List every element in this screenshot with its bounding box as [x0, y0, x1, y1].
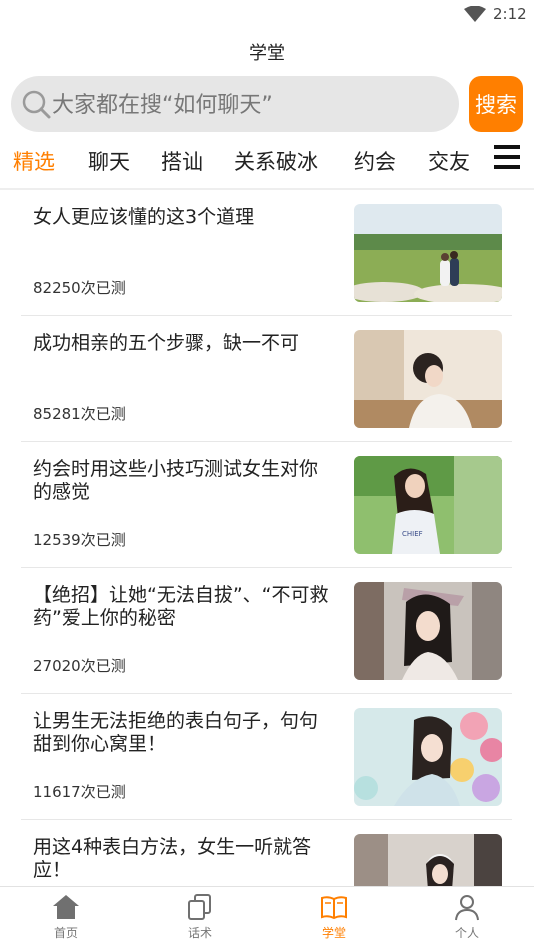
nav-scripts-label: 话术 [187, 926, 212, 940]
tab-icebreaker[interactable]: 关系破冰 [234, 146, 318, 176]
nav-profile[interactable]: 个人 [427, 893, 507, 941]
nav-scripts[interactable]: 话术 [160, 893, 240, 941]
article-thumbnail [354, 204, 502, 302]
search-input[interactable]: 大家都在搜“如何聊天” [11, 76, 459, 132]
list-item[interactable]: 成功相亲的五个步骤，缺一不可 85281次已测 [0, 316, 534, 442]
nav-home[interactable]: 首页 [26, 893, 106, 941]
copy-icon [188, 894, 211, 920]
article-thumbnail [354, 708, 502, 806]
search-icon [22, 90, 51, 119]
bottom-nav: 首页 话术 学堂 个人 [0, 886, 534, 949]
article-thumbnail [354, 834, 502, 886]
svg-text:CHIEF: CHIEF [402, 530, 423, 538]
article-count: 85281次已测 [33, 405, 126, 423]
article-thumbnail [354, 330, 502, 428]
tab-dating[interactable]: 约会 [354, 146, 396, 176]
list-item[interactable]: 约会时用这些小技巧测试女生对你的感觉 12539次已测 CHIEF [0, 442, 534, 568]
book-icon [321, 896, 347, 920]
article-thumbnail: CHIEF [354, 456, 502, 554]
article-title: 约会时用这些小技巧测试女生对你的感觉 [33, 458, 319, 503]
search-button[interactable]: 搜索 [469, 76, 523, 132]
page-title: 学堂 [249, 43, 285, 64]
tab-pickup[interactable]: 搭讪 [161, 146, 203, 176]
tab-chat[interactable]: 聊天 [88, 146, 130, 176]
home-icon [53, 895, 79, 919]
tab-featured[interactable]: 精选 [13, 146, 55, 176]
nav-profile-label: 个人 [454, 926, 479, 940]
article-count: 12539次已测 [33, 531, 126, 549]
wifi-icon [464, 6, 486, 22]
status-time: 2:12 [493, 5, 527, 23]
status-bar: 2:12 [0, 0, 534, 30]
article-count: 11617次已测 [33, 783, 126, 801]
list-item[interactable]: 让男生无法拒绝的表白句子，句句甜到你心窝里！ 11617次已测 [0, 694, 534, 820]
list-item[interactable]: 【绝招】让她“无法自拔”、“不可救药”爱上你的秘密 27020次已测 [0, 568, 534, 694]
article-title: 让男生无法拒绝的表白句子，句句甜到你心窝里！ [33, 710, 319, 755]
article-title: 用这4种表白方法，女生一听就答应！ [33, 836, 312, 881]
article-title: 【绝招】让她“无法自拔”、“不可救药”爱上你的秘密 [33, 584, 329, 629]
nav-home-label: 首页 [53, 926, 78, 940]
list-item[interactable]: 用这4种表白方法，女生一听就答应！ [0, 820, 534, 886]
article-title: 成功相亲的五个步骤，缺一不可 [33, 332, 300, 354]
article-thumbnail [354, 582, 502, 680]
tab-friends[interactable]: 交友 [428, 146, 470, 176]
list-item[interactable]: 女人更应该懂的这3个道理 82250次已测 [0, 190, 534, 316]
menu-icon[interactable] [494, 145, 520, 173]
article-list: 女人更应该懂的这3个道理 82250次已测 成功相亲的五个步骤，缺一不可 852… [0, 190, 534, 886]
person-icon [455, 895, 479, 921]
search-placeholder: 大家都在搜“如何聊天” [52, 93, 273, 118]
article-title: 女人更应该懂的这3个道理 [33, 206, 255, 228]
category-tabs: 精选 聊天 搭讪 关系破冰 约会 交友 [0, 140, 534, 186]
article-count: 82250次已测 [33, 279, 126, 297]
nav-school-label: 学堂 [321, 926, 346, 940]
nav-school[interactable]: 学堂 [294, 893, 374, 941]
article-count: 27020次已测 [33, 657, 126, 675]
